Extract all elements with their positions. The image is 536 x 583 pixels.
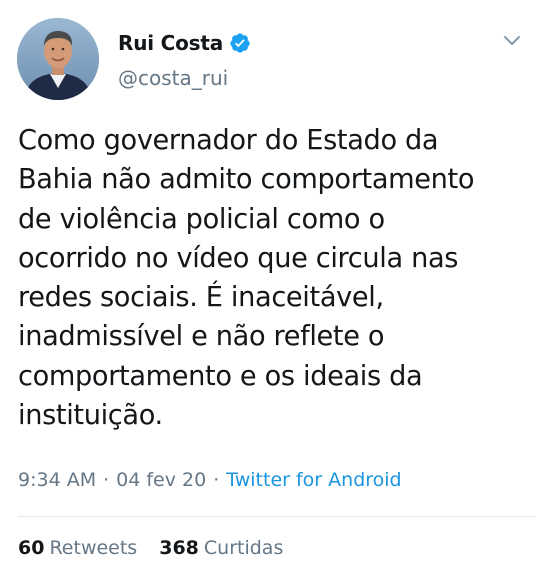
tweet-detail: Rui Costa @costa_rui Como governador do … [0,0,536,583]
author-handle[interactable]: @costa_rui [118,66,228,90]
likes-count: 368 [159,537,199,559]
tweet-source-link[interactable]: Twitter for Android [226,469,401,491]
verified-badge-icon [229,32,251,54]
meta-separator: · [103,469,110,491]
author-display-name[interactable]: Rui Costa [118,31,223,55]
tweet-metadata: 9:34 AM · 04 fev 20 · Twitter for Androi… [18,469,402,491]
likes-stat[interactable]: 368 Curtidas [159,537,283,559]
likes-label: Curtidas [203,537,284,559]
retweets-count: 60 [18,537,45,559]
tweet-time[interactable]: 9:34 AM [18,469,96,491]
retweets-label: Retweets [49,537,138,559]
chevron-down-icon[interactable] [503,35,521,47]
tweet-date[interactable]: 04 fev 20 [116,469,206,491]
divider [18,516,536,517]
retweets-stat[interactable]: 60 Retweets [18,537,137,559]
tweet-text: Como governador do Estado da Bahia não a… [18,125,475,432]
tweet-stats: 60 Retweets 368 Curtidas [18,537,283,559]
avatar[interactable] [17,18,99,100]
meta-separator: · [213,469,220,491]
profile-photo-icon [17,18,99,100]
author-name-row[interactable]: Rui Costa [118,29,251,57]
